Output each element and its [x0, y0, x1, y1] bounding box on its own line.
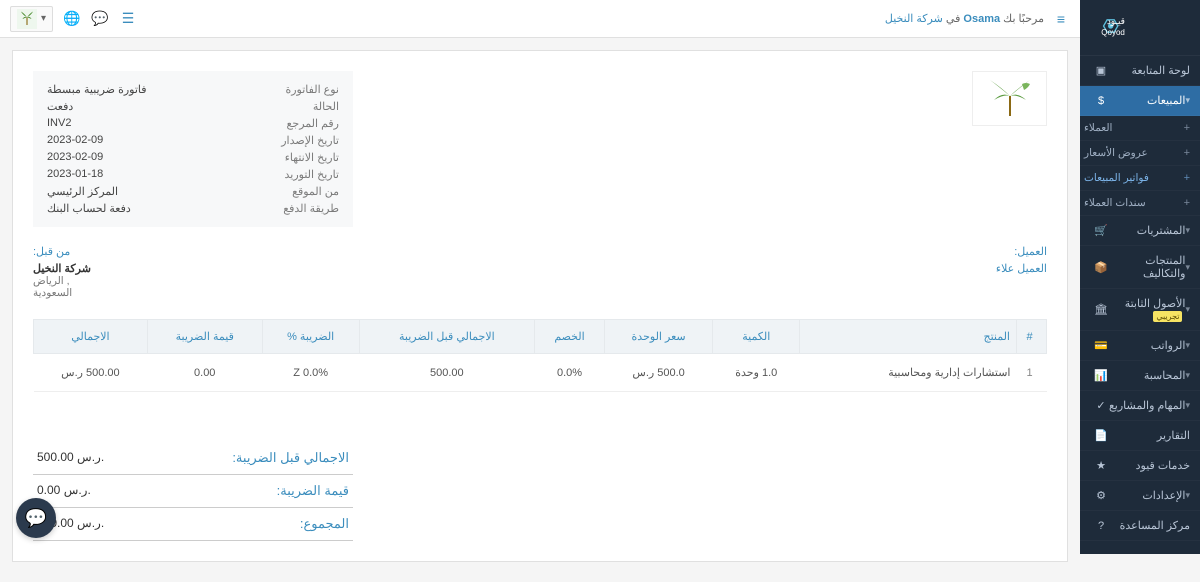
nav-sales[interactable]: ▾المبيعات$ [1080, 86, 1200, 116]
chevron-icon: ▾ [1185, 490, 1190, 501]
company-link[interactable]: شركة النخيل [885, 13, 943, 25]
nav-quotes[interactable]: +عروض الأسعار [1080, 141, 1200, 166]
tenant-selector[interactable]: ▾ [10, 6, 53, 32]
package-icon: 📦 [1094, 261, 1108, 274]
table-row: 1 استشارات إدارية ومحاسبية 1.0 وحدة 500.… [34, 354, 1047, 392]
sidebar: قيـودQoyod لوحة المتابعة▣ ▾المبيعات$ +ال… [1080, 0, 1200, 554]
report-icon: 📄 [1094, 429, 1108, 442]
star-icon: ★ [1094, 459, 1108, 472]
col-unit: سعر الوحدة [604, 320, 712, 354]
wallet-icon: 💳 [1094, 339, 1108, 352]
svg-text:Qoyod: Qoyod [1101, 28, 1125, 37]
globe-icon[interactable]: 🌐 [63, 10, 81, 28]
items-table: # المنتج الكمية سعر الوحدة الخصم الاجمال… [33, 319, 1047, 392]
chevron-icon: ▾ [1185, 400, 1190, 411]
col-disc: الخصم [535, 320, 605, 354]
col-product: المنتج [800, 320, 1017, 354]
welcome-text: مرحبًا بك Osama في شركة النخيل [885, 12, 1044, 25]
help-icon: ? [1094, 520, 1108, 532]
beta-badge: تجريبي [1153, 311, 1182, 322]
cart-icon: 🛒 [1094, 224, 1108, 237]
dashboard-icon: ▣ [1094, 64, 1108, 77]
invoice-card: نوع الفاتورةفاتورة ضريبية مبسطة الحالةدف… [12, 50, 1068, 562]
nav-customers[interactable]: +العملاء [1080, 116, 1200, 141]
totals-box: الاجمالي قبل الضريبة:500.00 ر.س. قيمة ال… [33, 442, 353, 541]
chevron-down-icon: ▾ [1185, 95, 1190, 106]
chevron-icon: ▾ [1185, 304, 1190, 315]
nav-dashboard[interactable]: لوحة المتابعة▣ [1080, 56, 1200, 86]
client-block: العميل: العميل علاء [555, 245, 1047, 299]
client-link[interactable]: العميل علاء [555, 262, 1047, 275]
invoice-meta: نوع الفاتورةفاتورة ضريبية مبسطة الحالةدف… [33, 71, 353, 227]
plus-icon: + [1184, 197, 1190, 209]
palm-icon [17, 9, 37, 29]
chevron-icon: ▾ [1185, 340, 1190, 351]
task-icon: ✓ [1094, 399, 1108, 412]
dollar-icon: $ [1094, 95, 1108, 107]
nav-fixed-assets[interactable]: ▾الأصول الثابتة تجريبي🏛 [1080, 289, 1200, 331]
nav-tasks[interactable]: ▾المهام والمشاريع✓ [1080, 391, 1200, 421]
issuer-block: من قبل: شركة النخيل , الرياض السعودية [33, 245, 525, 299]
nav-help[interactable]: مركز المساعدة? [1080, 511, 1200, 541]
gear-icon: ⚙ [1094, 489, 1108, 502]
svg-text:قيـود: قيـود [1107, 16, 1125, 27]
chevron-icon: ▾ [1185, 262, 1190, 273]
nav-receipts[interactable]: +سندات العملاء [1080, 191, 1200, 216]
nav-invoices[interactable]: +فواتير المبيعات [1080, 166, 1200, 191]
col-qty: الكمية [713, 320, 800, 354]
topbar: ≡ مرحبًا بك Osama في شركة النخيل ☰ 💬 🌐 ▾ [0, 0, 1080, 38]
nav-purchases[interactable]: ▾المشتريات🛒 [1080, 216, 1200, 246]
chevron-icon: ▾ [1185, 370, 1190, 381]
chat-fab[interactable]: 💬 [16, 498, 56, 538]
nav-services[interactable]: خدمات قيود★ [1080, 451, 1200, 481]
plus-icon: + [1184, 147, 1190, 159]
nav-products[interactable]: ▾المنتجات والتكاليف📦 [1080, 246, 1200, 289]
plus-icon: + [1184, 122, 1190, 134]
chevron-icon: ▾ [1185, 225, 1190, 236]
col-num: # [1017, 320, 1047, 354]
building-icon: 🏛 [1094, 303, 1108, 316]
col-subtotal: الاجمالي قبل الضريبة [359, 320, 534, 354]
nav-payroll[interactable]: ▾الرواتب💳 [1080, 331, 1200, 361]
brand-logo[interactable]: قيـودQoyod [1080, 0, 1200, 56]
list-icon[interactable]: ☰ [119, 10, 137, 28]
calc-icon: 📊 [1094, 369, 1108, 382]
nav-settings[interactable]: ▾الإعدادات⚙ [1080, 481, 1200, 511]
chat-bubble-icon: 💬 [25, 508, 47, 529]
col-taxval: قيمة الضريبة [147, 320, 262, 354]
menu-icon[interactable]: ≡ [1052, 10, 1070, 28]
nav-accounting[interactable]: ▾المحاسبة📊 [1080, 361, 1200, 391]
col-total: الاجمالي [34, 320, 148, 354]
plus-icon: + [1184, 172, 1190, 184]
chat-icon[interactable]: 💬 [91, 10, 109, 28]
col-taxpct: الضريبة % [262, 320, 359, 354]
nav-reports[interactable]: التقارير📄 [1080, 421, 1200, 451]
invoice-logo [972, 71, 1047, 126]
